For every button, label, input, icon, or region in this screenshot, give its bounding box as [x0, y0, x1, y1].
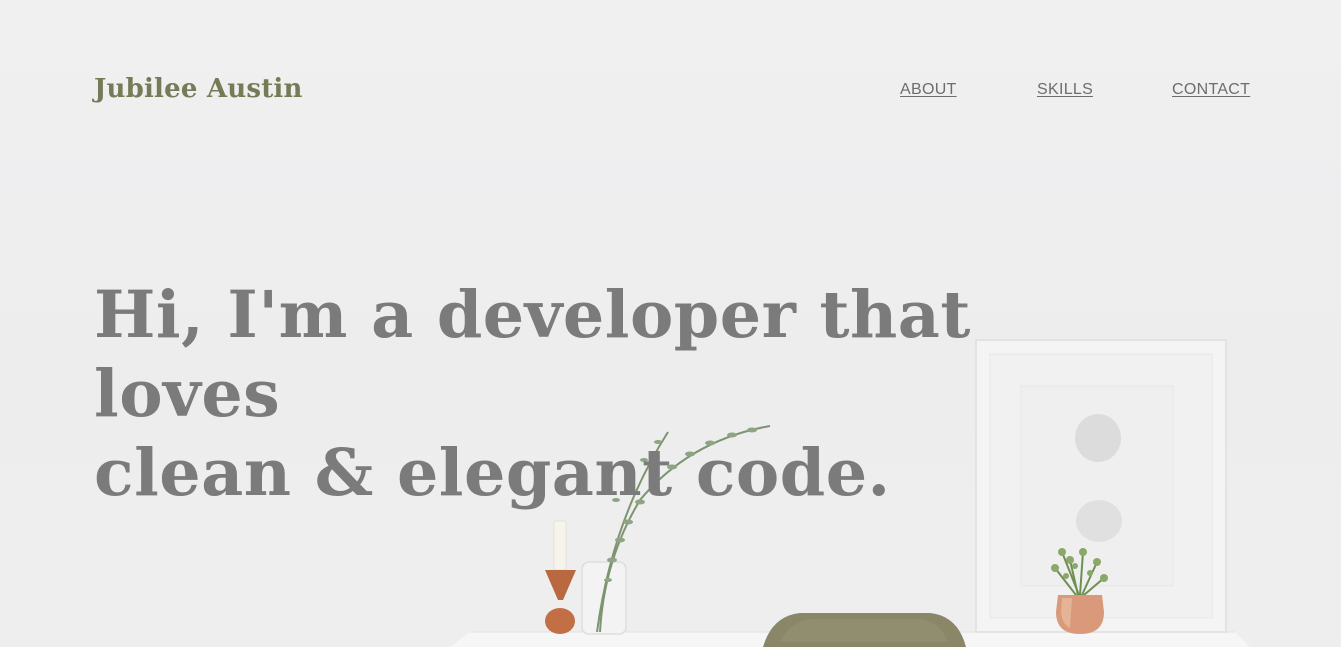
- nav-link-about[interactable]: ABOUT: [900, 81, 957, 99]
- nav-link-contact[interactable]: CONTACT: [1172, 81, 1250, 99]
- main-navigation: ABOUT SKILLS CONTACT: [0, 81, 1341, 105]
- hero-headline: Hi, I'm a developer that loves clean & e…: [94, 276, 1154, 513]
- chair-back: [763, 613, 966, 647]
- site-header: Jubilee Austin ABOUT SKILLS CONTACT: [0, 0, 1341, 180]
- candle-holder: [545, 520, 576, 634]
- hero-headline-line-2: clean & elegant code.: [94, 435, 891, 511]
- hero-headline-line-1: Hi, I'm a developer that loves: [94, 277, 971, 432]
- nav-link-skills[interactable]: SKILLS: [1037, 81, 1093, 99]
